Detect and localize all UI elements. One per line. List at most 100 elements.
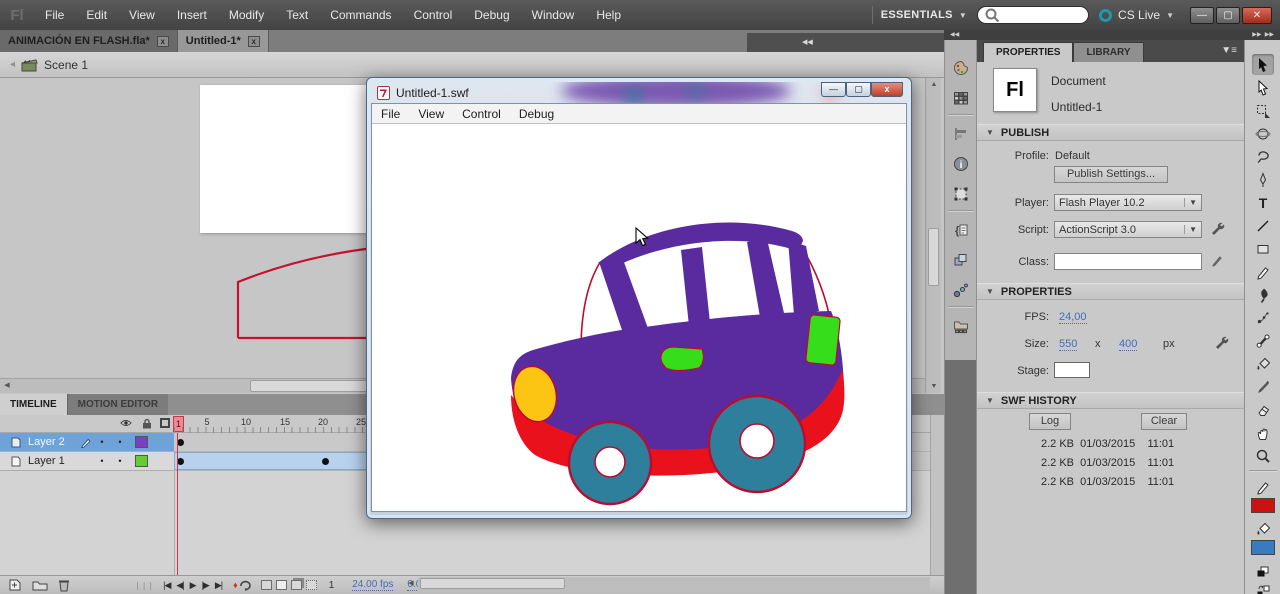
play-button[interactable]: ▶ xyxy=(190,580,197,591)
deco-tool[interactable] xyxy=(1252,307,1274,328)
menu-debug[interactable]: Debug xyxy=(463,0,520,30)
menu-window[interactable]: Window xyxy=(521,0,586,30)
fill-color-control[interactable] xyxy=(1252,518,1274,539)
pen-tool[interactable] xyxy=(1252,169,1274,190)
step-back-button[interactable]: ◀| xyxy=(176,580,184,591)
scrollbar-thumb[interactable] xyxy=(420,578,565,589)
swap-colors-button[interactable] xyxy=(1252,580,1274,594)
scroll-left-icon[interactable]: ◀ xyxy=(404,577,418,590)
document-tab-animacion[interactable]: ANIMACIÓN EN FLASH.fla* x xyxy=(0,30,178,52)
eyedropper-tool[interactable] xyxy=(1252,376,1274,397)
window-close-button[interactable]: ✕ xyxy=(1242,6,1272,24)
menu-help[interactable]: Help xyxy=(585,0,632,30)
stage-width-value[interactable]: 550 xyxy=(1059,338,1078,351)
brush-tool[interactable] xyxy=(1252,284,1274,305)
panel-menu-icon[interactable]: ▼≡ xyxy=(1221,45,1237,56)
tab-library[interactable]: LIBRARY xyxy=(1073,42,1144,62)
bone-tool[interactable] xyxy=(1252,330,1274,351)
line-tool[interactable] xyxy=(1252,215,1274,236)
scroll-left-icon[interactable]: ◀ xyxy=(0,379,14,392)
lock-icon[interactable] xyxy=(142,418,152,429)
scrollbar-thumb[interactable] xyxy=(928,228,939,286)
selection-tool[interactable] xyxy=(1252,54,1274,75)
swf-history-section-header[interactable]: ▼ SWF HISTORY xyxy=(977,392,1245,409)
subselection-tool[interactable] xyxy=(1252,77,1274,98)
clear-button[interactable]: Clear xyxy=(1141,413,1187,430)
go-to-last-frame-button[interactable]: ▶| xyxy=(215,580,223,591)
tab-timeline[interactable]: TIMELINE xyxy=(0,394,67,415)
tab-close-icon[interactable]: x xyxy=(156,35,169,47)
stage-color-swatch[interactable] xyxy=(1054,362,1090,378)
swatches-panel-icon[interactable] xyxy=(949,86,973,110)
scene-name[interactable]: Scene 1 xyxy=(44,58,88,72)
new-folder-icon[interactable] xyxy=(32,578,48,592)
class-input[interactable] xyxy=(1054,253,1202,270)
lasso-tool[interactable] xyxy=(1252,146,1274,167)
rectangle-tool[interactable] xyxy=(1252,238,1274,259)
go-to-first-frame-button[interactable]: |◀ xyxy=(163,580,171,591)
stroke-color-control[interactable] xyxy=(1252,476,1274,497)
transform-panel-icon[interactable] xyxy=(949,182,973,206)
paint-bucket-tool[interactable] xyxy=(1252,353,1274,374)
stage-height-value[interactable]: 400 xyxy=(1119,338,1138,351)
layer-lock-dot[interactable]: • xyxy=(111,437,129,447)
layer-visible-dot[interactable]: • xyxy=(93,456,111,466)
layer-name[interactable]: Layer 1 xyxy=(28,455,80,467)
code-snippets-panel-icon[interactable]: { xyxy=(949,218,973,242)
properties-section-header[interactable]: ▼ PROPERTIES xyxy=(977,283,1245,300)
cs-live-label[interactable]: CS Live xyxy=(1118,8,1160,22)
publish-settings-button[interactable]: Publish Settings... xyxy=(1054,166,1168,183)
search-field[interactable] xyxy=(977,6,1090,24)
swf-close-button[interactable]: x xyxy=(871,82,903,97)
tab-close-icon[interactable]: x xyxy=(247,35,260,47)
pencil-tool[interactable] xyxy=(1252,261,1274,282)
layer-color-swatch[interactable] xyxy=(135,455,148,467)
menu-edit[interactable]: Edit xyxy=(75,0,118,30)
document-name[interactable]: Untitled-1 xyxy=(1051,100,1102,114)
layer-lock-dot[interactable]: • xyxy=(111,456,129,466)
wrench-icon[interactable] xyxy=(1213,334,1229,350)
layer-visible-dot[interactable]: • xyxy=(93,437,111,447)
timeline-vscrollbar[interactable] xyxy=(930,415,944,575)
project-panel-icon[interactable] xyxy=(949,314,973,338)
frame-dot[interactable] xyxy=(322,458,329,465)
stage-red-outline-shape[interactable] xyxy=(225,245,375,345)
script-dropdown[interactable]: ActionScript 3.0 ▼ xyxy=(1054,221,1202,238)
menu-text[interactable]: Text xyxy=(275,0,319,30)
components-panel-icon[interactable] xyxy=(949,248,973,272)
frame-rate-indicator[interactable]: 24.00 fps xyxy=(352,579,394,591)
onion-skin-outlines-icon[interactable] xyxy=(275,580,287,590)
onion-skin-icon[interactable] xyxy=(260,580,272,590)
frame-span-selected[interactable] xyxy=(174,452,370,470)
black-and-white-button[interactable] xyxy=(1252,561,1274,582)
menu-commands[interactable]: Commands xyxy=(319,0,402,30)
swf-menu-control[interactable]: Control xyxy=(453,107,510,121)
timeline-hscrollbar[interactable]: ◀ xyxy=(408,577,930,591)
swf-maximize-button[interactable]: ▢ xyxy=(846,82,871,97)
new-layer-icon[interactable] xyxy=(8,578,24,592)
workspace-switcher[interactable]: ESSENTIALS ▼ xyxy=(881,9,967,21)
fps-value[interactable]: 24,00 xyxy=(1059,311,1087,324)
cs-live-chevron-icon[interactable]: ▼ xyxy=(1166,11,1174,20)
menu-modify[interactable]: Modify xyxy=(218,0,275,30)
menu-view[interactable]: View xyxy=(118,0,166,30)
swf-menu-file[interactable]: File xyxy=(372,107,409,121)
fill-color-swatch[interactable] xyxy=(1251,540,1275,555)
swf-menu-view[interactable]: View xyxy=(409,107,453,121)
wrench-icon[interactable] xyxy=(1209,220,1225,236)
back-arrow-icon[interactable]: ◂ xyxy=(10,59,15,70)
keyframe-dot[interactable] xyxy=(177,458,184,465)
edit-multiple-frames-icon[interactable] xyxy=(290,580,302,590)
window-maximize-button[interactable]: ▢ xyxy=(1216,6,1240,24)
motion-presets-panel-icon[interactable] xyxy=(949,278,973,302)
swf-preview-window[interactable]: Untitled-1.swf — ▢ x File View Control D… xyxy=(366,77,912,519)
info-panel-icon[interactable]: i xyxy=(949,152,973,176)
swf-minimize-button[interactable]: — xyxy=(821,82,846,97)
log-button[interactable]: Log xyxy=(1029,413,1071,430)
delete-layer-trash-icon[interactable] xyxy=(56,578,72,592)
layer-color-swatch[interactable] xyxy=(135,436,148,448)
swf-titlebar[interactable]: Untitled-1.swf — ▢ x xyxy=(371,82,907,103)
swf-menu-debug[interactable]: Debug xyxy=(510,107,563,121)
color-panel-icon[interactable] xyxy=(949,56,973,80)
pencil-icon[interactable] xyxy=(1210,252,1225,267)
